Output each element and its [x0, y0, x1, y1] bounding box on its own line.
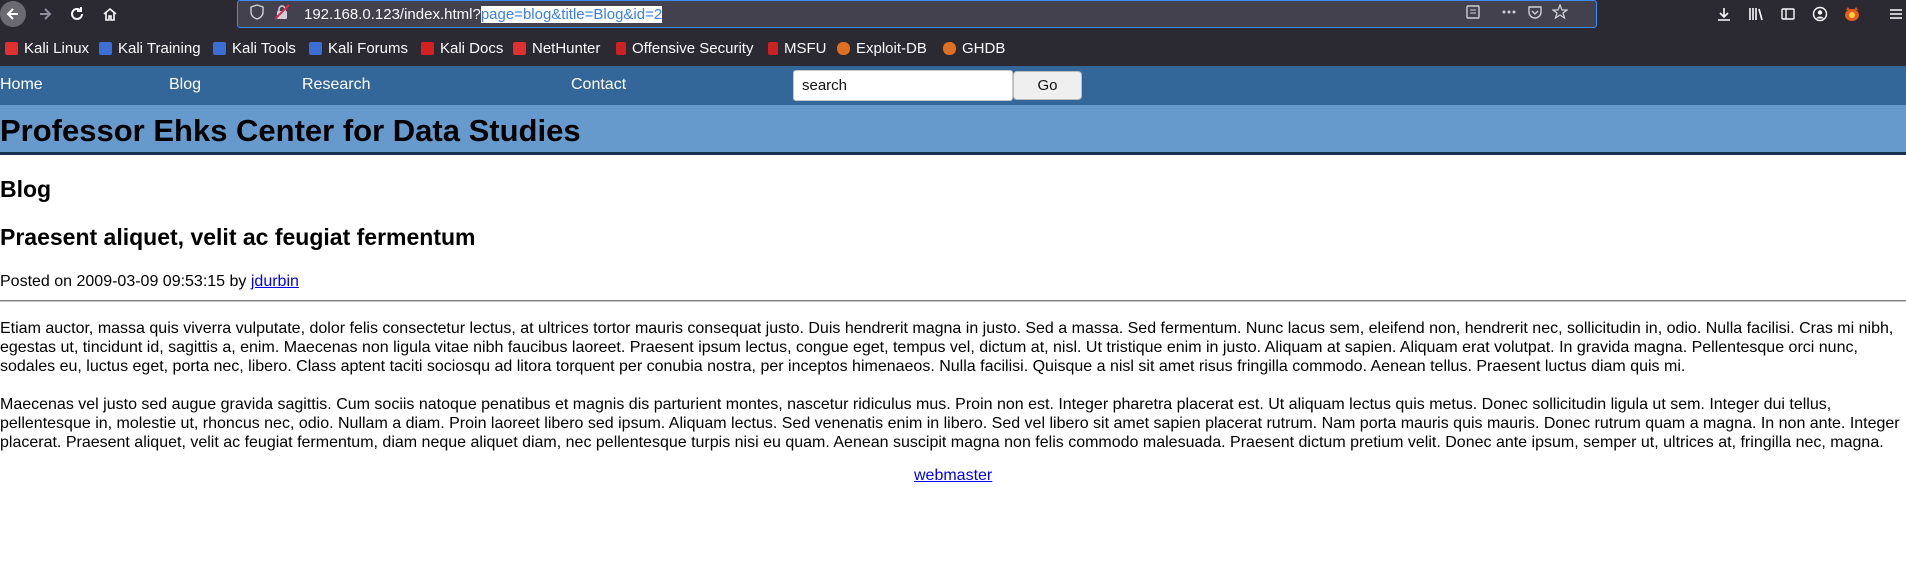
- search-input[interactable]: search: [793, 70, 1013, 101]
- site-header: Professor Ehks Center for Data Studies: [0, 105, 1906, 155]
- post-paragraph-1: Etiam auctor, massa quis viverra vulputa…: [0, 320, 1894, 375]
- nethunter-icon: [513, 41, 526, 55]
- kali-forums-icon: [309, 41, 322, 55]
- bookmark-label: NetHunter: [532, 39, 601, 57]
- tracking-shield-icon[interactable]: [250, 4, 264, 24]
- post-meta: Posted on 2009-03-09 09:53:15 by jdurbin: [0, 273, 299, 291]
- kali-tools-icon: [213, 41, 226, 55]
- section-heading: Blog: [0, 176, 52, 202]
- bookmarks-bar: Kali Linux Kali Training Kali Tools Kali…: [0, 28, 1906, 66]
- bookmark-star-icon[interactable]: [1551, 3, 1569, 24]
- post-title: Praesent aliquet, velit ac feugiat ferme…: [0, 224, 476, 250]
- url-bar[interactable]: 192.168.0.123/index.html?page=blog&title…: [237, 0, 1597, 28]
- bookmark-label: Kali Tools: [232, 39, 296, 57]
- bookmark-label: GHDB: [962, 39, 1006, 57]
- bookmark-kali-forums[interactable]: Kali Forums: [309, 39, 408, 57]
- back-arrow-icon[interactable]: [0, 1, 26, 27]
- bookmark-exploit-db[interactable]: Exploit-DB: [837, 39, 927, 57]
- post-paragraph-2: Maecenas vel justo sed augue gravida sag…: [0, 396, 1900, 451]
- url-query-selected: page=blog&title=Blog&id=2: [480, 6, 663, 23]
- nav-blog-link[interactable]: Blog: [169, 76, 201, 94]
- author-link[interactable]: jdurbin: [251, 273, 299, 290]
- downloads-icon[interactable]: [1712, 2, 1736, 26]
- site-nav: Home Blog Research Contact search Go: [0, 66, 1906, 105]
- forward-arrow-icon[interactable]: [33, 2, 57, 26]
- offensive-security-icon: [616, 41, 626, 55]
- bookmark-kali-tools[interactable]: Kali Tools: [213, 39, 296, 57]
- bookmark-kali-linux[interactable]: Kali Linux: [5, 39, 89, 57]
- bookmark-nethunter[interactable]: NetHunter: [513, 39, 600, 57]
- sidebar-icon[interactable]: [1776, 2, 1800, 26]
- bookmark-label: Kali Training: [118, 39, 201, 57]
- bookmark-msfu[interactable]: MSFU: [768, 39, 827, 57]
- kali-training-icon: [99, 41, 112, 55]
- bookmark-label: Offensive Security: [632, 39, 754, 57]
- home-icon[interactable]: [98, 2, 122, 26]
- posted-on-text: Posted on 2009-03-09 09:53:15 by: [0, 273, 251, 290]
- nav-contact-link[interactable]: Contact: [571, 76, 626, 94]
- ghdb-icon: [943, 41, 956, 55]
- bookmark-offensive-security[interactable]: Offensive Security: [616, 39, 753, 57]
- msfu-icon: [768, 41, 778, 55]
- pocket-icon[interactable]: [1527, 4, 1543, 24]
- reload-icon[interactable]: [65, 2, 89, 26]
- insecure-lock-icon[interactable]: [274, 4, 290, 24]
- bookmark-kali-docs[interactable]: Kali Docs: [421, 39, 503, 57]
- bookmark-kali-training[interactable]: Kali Training: [99, 39, 201, 57]
- extension-icon[interactable]: [1840, 2, 1864, 26]
- divider: [0, 300, 1906, 302]
- browser-toolbar: 192.168.0.123/index.html?page=blog&title…: [0, 0, 1906, 28]
- webmaster-link[interactable]: webmaster: [914, 467, 992, 485]
- go-button[interactable]: Go: [1013, 71, 1082, 100]
- account-icon[interactable]: [1808, 2, 1832, 26]
- reader-view-icon[interactable]: [1465, 4, 1481, 24]
- kali-docs-icon: [421, 41, 434, 55]
- url-text[interactable]: 192.168.0.123/index.html?page=blog&title…: [304, 6, 663, 23]
- nav-home-link[interactable]: Home: [0, 76, 43, 94]
- more-icon[interactable]: [1501, 4, 1517, 24]
- bookmark-label: MSFU: [784, 39, 827, 57]
- library-icon[interactable]: [1744, 2, 1768, 26]
- bookmark-ghdb[interactable]: GHDB: [943, 39, 1005, 57]
- url-base: 192.168.0.123/index.html?: [304, 6, 481, 23]
- bookmark-label: Kali Docs: [440, 39, 504, 57]
- exploit-db-icon: [837, 41, 850, 55]
- hamburger-menu-icon[interactable]: [1884, 2, 1906, 26]
- bookmark-label: Exploit-DB: [856, 39, 927, 57]
- nav-research-link[interactable]: Research: [302, 76, 370, 94]
- bookmark-label: Kali Linux: [24, 39, 90, 57]
- site-title: Professor Ehks Center for Data Studies: [0, 113, 581, 148]
- bookmark-label: Kali Forums: [328, 39, 409, 57]
- kali-linux-icon: [5, 41, 18, 55]
